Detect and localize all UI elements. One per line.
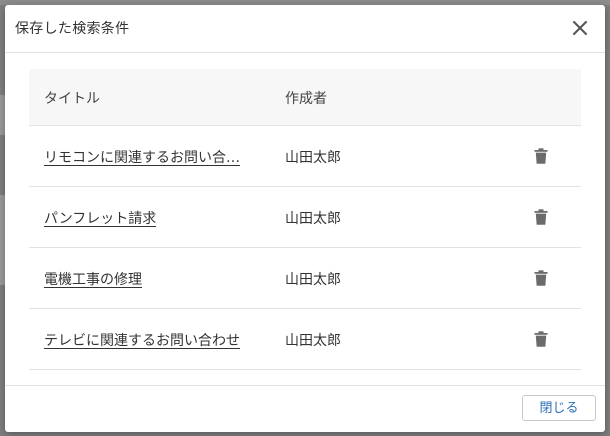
table-row: リモコンに関連するお問い合… 山田太郎 [29,126,581,187]
column-header-title: タイトル [44,91,100,107]
dialog-title: 保存した検索条件 [15,21,130,37]
table-header: タイトル 作成者 [29,69,581,126]
saved-search-title-link[interactable]: パンフレット請求 [44,208,156,228]
close-button[interactable] [569,17,591,39]
author-cell: 山田太郎 [285,211,341,227]
table-row: パンフレット請求 山田太郎 [29,187,581,248]
table-row: テレビに関連するお問い合わせ 山田太郎 [29,309,581,370]
trash-icon[interactable] [534,331,548,347]
trash-icon[interactable] [534,270,548,286]
trash-icon[interactable] [534,148,548,164]
author-cell: 山田太郎 [285,150,341,166]
column-header-author: 作成者 [285,91,327,107]
saved-search-title-link[interactable]: 電機工事の修理 [44,269,142,289]
author-cell: 山田太郎 [285,272,341,288]
saved-search-title-link[interactable]: リモコンに関連するお問い合… [44,147,240,167]
trash-icon[interactable] [534,209,548,225]
dialog-header: 保存した検索条件 [5,5,605,53]
saved-search-title-link[interactable]: テレビに関連するお問い合わせ [44,330,240,350]
close-icon [573,21,587,35]
dialog-footer: 閉じる [5,385,605,432]
table-row: 電機工事の修理 山田太郎 [29,248,581,309]
close-dialog-button[interactable]: 閉じる [522,395,596,421]
author-cell: 山田太郎 [285,333,341,349]
saved-search-dialog: 保存した検索条件 タイトル 作成者 リモコンに関連するお問い合… 山田太郎 パン… [5,5,605,432]
saved-search-table: タイトル 作成者 リモコンに関連するお問い合… 山田太郎 パンフレット請求 山田… [29,69,581,370]
